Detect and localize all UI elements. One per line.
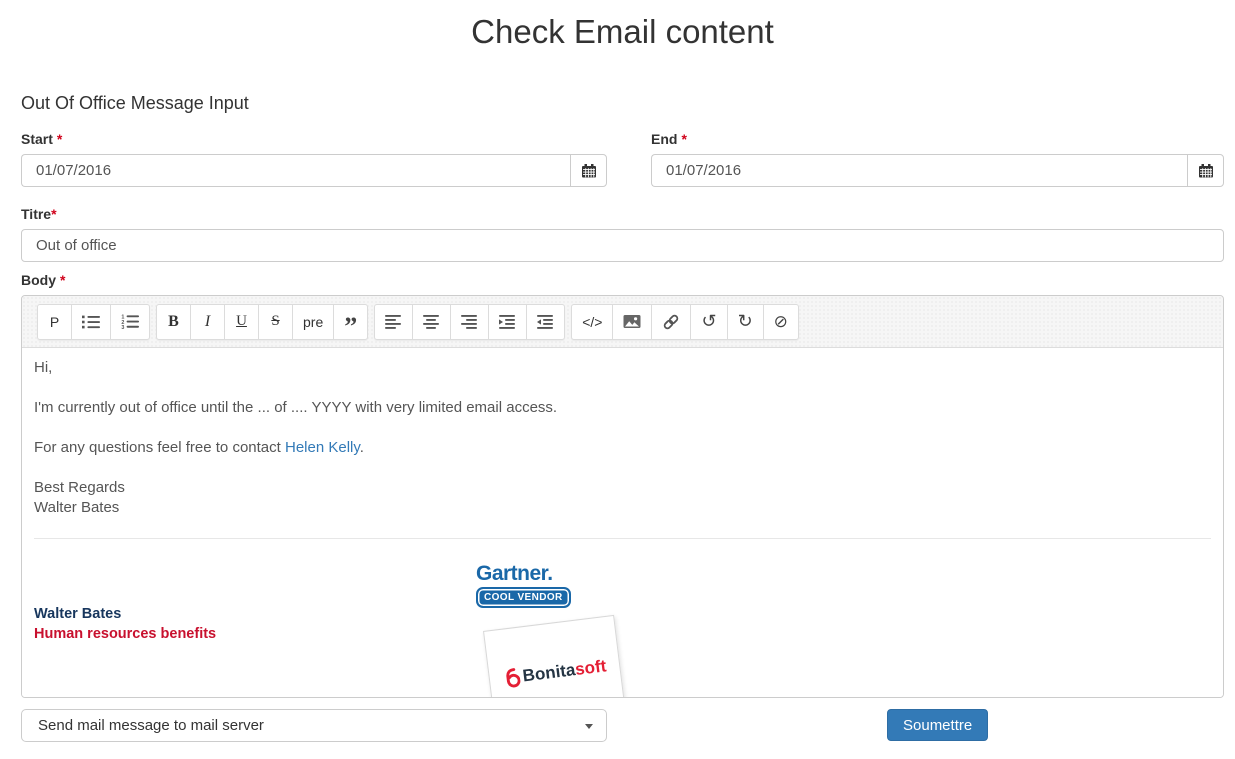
start-field-group: Start*	[21, 131, 607, 187]
editor-content[interactable]: Hi, I'm currently out of office until th…	[22, 348, 1223, 697]
start-date-input[interactable]	[21, 154, 570, 187]
svg-text:3: 3	[121, 325, 124, 329]
align-right-icon	[461, 315, 478, 329]
insert-image-button[interactable]	[612, 304, 652, 340]
required-marker: *	[60, 272, 65, 288]
indent-button[interactable]	[488, 304, 527, 340]
underline-button[interactable]: U	[224, 304, 259, 340]
pre-button[interactable]: pre	[292, 304, 334, 340]
image-icon	[623, 314, 641, 329]
italic-icon: I	[205, 313, 210, 331]
pre-icon: pre	[303, 314, 323, 330]
submit-button[interactable]: Soumettre	[887, 709, 988, 741]
calendar-icon	[1198, 163, 1214, 179]
align-center-button[interactable]	[412, 304, 451, 340]
italic-button[interactable]: I	[190, 304, 225, 340]
blockquote-button[interactable]: ”	[333, 304, 368, 340]
align-center-icon	[423, 315, 440, 329]
required-marker: *	[681, 131, 686, 147]
date-row: Start* End*	[21, 131, 1224, 187]
required-marker: *	[51, 206, 56, 222]
undo-button[interactable]: ↺	[690, 304, 727, 340]
section-heading: Out Of Office Message Input	[21, 93, 1224, 113]
bold-icon: B	[168, 313, 179, 331]
code-icon: </>	[582, 314, 602, 330]
insert-link-button[interactable]	[651, 304, 691, 340]
body-paragraph: Best RegardsWalter Bates	[34, 478, 1211, 518]
footer-actions: Send mail message to mail server Soumett…	[21, 709, 1224, 742]
signature-identity: Walter Bates Human resources benefits	[34, 539, 476, 697]
bold-button[interactable]: B	[156, 304, 191, 340]
titre-field-group: Titre*	[21, 206, 1224, 262]
end-label: End*	[651, 131, 1224, 148]
blockquote-icon: ”	[344, 312, 357, 342]
dropdown-caret-icon	[585, 724, 593, 729]
end-calendar-button[interactable]	[1187, 154, 1224, 187]
end-field-group: End*	[651, 131, 1224, 187]
calendar-icon	[581, 163, 597, 179]
body-paragraph: For any questions feel free to contact H…	[34, 438, 1211, 458]
mail-action-select[interactable]: Send mail message to mail server	[21, 709, 607, 742]
rich-text-editor: P 123	[21, 295, 1224, 698]
page: Check Email content Out Of Office Messag…	[0, 13, 1235, 742]
titre-input[interactable]	[21, 229, 1224, 262]
signature-block: Walter Bates Human resources benefits Ga…	[34, 539, 1211, 697]
redo-icon: ↻	[738, 311, 753, 332]
align-button-group	[374, 304, 565, 340]
body-paragraph: Hi,	[34, 358, 1211, 378]
bonitasoft-wordmark: Bonitasoft	[522, 656, 608, 686]
align-left-button[interactable]	[374, 304, 413, 340]
redo-button[interactable]: ↻	[727, 304, 764, 340]
undo-icon: ↺	[701, 311, 716, 332]
style-button-group: P 123	[37, 304, 150, 340]
font-button-group: B I U S pre ”	[156, 304, 368, 340]
titre-label: Titre*	[21, 206, 1224, 223]
gartner-cool-vendor-logo: Gartner. COOL VENDOR	[476, 562, 568, 608]
start-calendar-button[interactable]	[570, 154, 607, 187]
gartner-logo-text: Gartner.	[476, 562, 568, 586]
end-date-input[interactable]	[651, 154, 1187, 187]
body-label: Body*	[21, 272, 1224, 289]
indent-icon	[499, 315, 516, 329]
unordered-list-icon	[82, 315, 100, 329]
editor-toolbar: P 123	[22, 296, 1223, 348]
signature-role: Human resources benefits	[34, 624, 476, 644]
strikethrough-button[interactable]: S	[258, 304, 293, 340]
clear-format-button[interactable]: ⊘	[763, 304, 799, 340]
paragraph-icon: P	[50, 314, 59, 330]
bonitasoft-card: Bonitasoft	[483, 615, 626, 697]
mail-action-selected-value: Send mail message to mail server	[38, 717, 264, 734]
underline-icon: U	[236, 313, 247, 330]
align-right-button[interactable]	[450, 304, 489, 340]
outdent-icon	[537, 315, 554, 329]
unordered-list-button[interactable]	[71, 304, 111, 340]
align-left-icon	[385, 315, 402, 329]
ordered-list-button[interactable]: 123	[110, 304, 150, 340]
body-paragraph: I'm currently out of office until the ..…	[34, 398, 1211, 418]
signature-name: Walter Bates	[34, 604, 476, 624]
signature-logos: Gartner. COOL VENDOR Bonitasoft	[476, 539, 615, 697]
bonitasoft-logo: Bonitasoft	[502, 656, 608, 690]
contact-link[interactable]: Helen Kelly	[285, 439, 360, 456]
start-input-group	[21, 154, 607, 187]
required-marker: *	[57, 131, 62, 147]
code-view-button[interactable]: </>	[571, 304, 613, 340]
page-title: Check Email content	[21, 13, 1224, 50]
link-icon	[662, 313, 680, 331]
outdent-button[interactable]	[526, 304, 565, 340]
bonitasoft-mark-icon	[502, 666, 521, 689]
ban-icon: ⊘	[774, 312, 788, 332]
strikethrough-icon: S	[271, 313, 279, 330]
ordered-list-icon: 123	[121, 314, 139, 329]
insert-button-group: </>	[571, 304, 799, 340]
body-field-group: Body* P 123	[21, 272, 1224, 698]
gartner-badge: COOL VENDOR	[476, 587, 571, 608]
paragraph-button[interactable]: P	[37, 304, 72, 340]
end-input-group	[651, 154, 1224, 187]
start-label: Start*	[21, 131, 607, 148]
